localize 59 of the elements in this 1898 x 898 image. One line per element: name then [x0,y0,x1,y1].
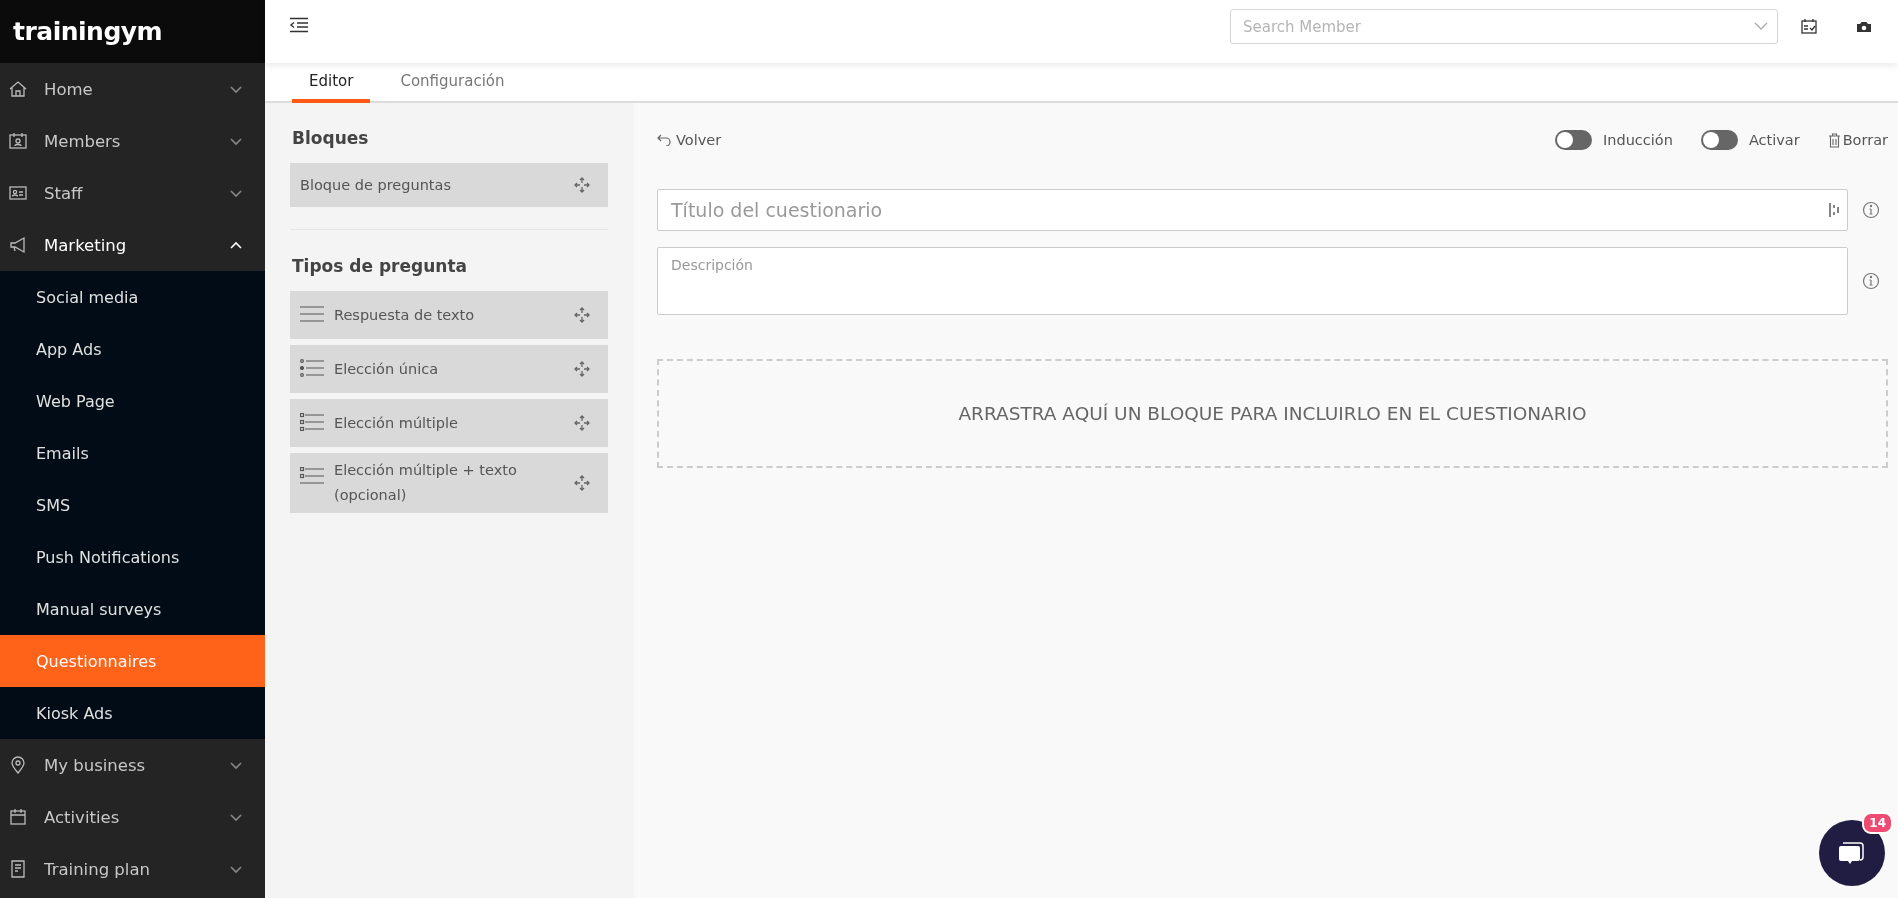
checkbox-list-icon [300,413,324,431]
calendar-icon [8,807,28,827]
submenu-item[interactable]: App Ads [0,323,265,375]
notification-badge: 14 [1862,812,1893,834]
text-cursor-icon [1828,202,1840,218]
question-type-item[interactable]: Elección única [290,345,608,393]
move-icon [574,307,590,323]
calendar-person-icon [8,131,28,151]
submenu-item[interactable]: Manual surveys [0,583,265,635]
undo-arrow-icon [657,134,671,146]
sidebar-item[interactable]: Training plan [0,843,265,895]
question-type-item[interactable]: Respuesta de texto [290,291,608,339]
info-icon[interactable] [1862,272,1880,290]
question-type-item[interactable]: Elección múltiple + texto (opcional) [290,453,608,513]
move-icon [574,475,590,491]
submenu-item[interactable]: Push Notifications [0,531,265,583]
back-link[interactable]: Volver [657,132,722,148]
sidebar-item[interactable]: Staff [0,167,265,219]
calendar-check-icon[interactable] [1800,17,1818,36]
description-field[interactable]: Descripción [657,247,1848,315]
move-icon [574,361,590,377]
id-card-icon [8,183,28,203]
sidebar-item[interactable]: Activities [0,791,265,843]
menu-collapse-icon[interactable] [289,16,309,33]
submenu-item[interactable]: Social media [0,271,265,323]
chevron-icon [1754,21,1768,31]
sidebar-item[interactable]: Marketing [0,219,265,271]
move-icon [574,415,590,431]
delete-button[interactable]: Borrar [1827,132,1888,148]
section-heading: Tipos de pregunta [292,256,468,276]
toggle-switch[interactable] [1554,130,1592,150]
document-icon [8,859,28,879]
home-icon [8,79,28,99]
trash-icon [1827,132,1841,148]
submenu-item[interactable]: Kiosk Ads [0,687,265,739]
drop-zone[interactable]: ARRASTRA AQUÍ UN BLOQUE PARA INCLUIRLO EN EL CUESTIONARIO [657,359,1888,468]
sidebar-item[interactable]: Home [0,63,265,115]
questionnaire-title-field[interactable]: Título del cuestionario [657,189,1848,231]
megaphone-icon [8,235,28,255]
block-item[interactable]: Bloque de preguntas [290,163,608,207]
submenu-item[interactable]: Web Page [0,375,265,427]
tab[interactable]: Configuración [383,63,522,103]
section-heading: Bloques [292,128,370,148]
checkbox-list-icon [300,467,324,485]
lines-icon [300,305,324,323]
info-icon[interactable] [1862,201,1880,219]
location-pin-icon [8,755,28,775]
submenu-item[interactable]: SMS [0,479,265,531]
toggle-label: Activar [1748,132,1800,148]
search-member-field[interactable]: Search Member [1230,9,1778,44]
toggle-label: Inducción [1602,132,1673,148]
radio-list-icon [300,359,324,377]
question-type-item[interactable]: Elección múltiple [290,399,608,447]
move-icon [574,177,590,193]
camera-icon[interactable] [1856,19,1872,34]
submenu-item[interactable]: Emails [0,427,265,479]
toggle-switch[interactable] [1700,130,1738,150]
sidebar-item[interactable]: Members [0,115,265,167]
sidebar-item[interactable]: My business [0,739,265,791]
